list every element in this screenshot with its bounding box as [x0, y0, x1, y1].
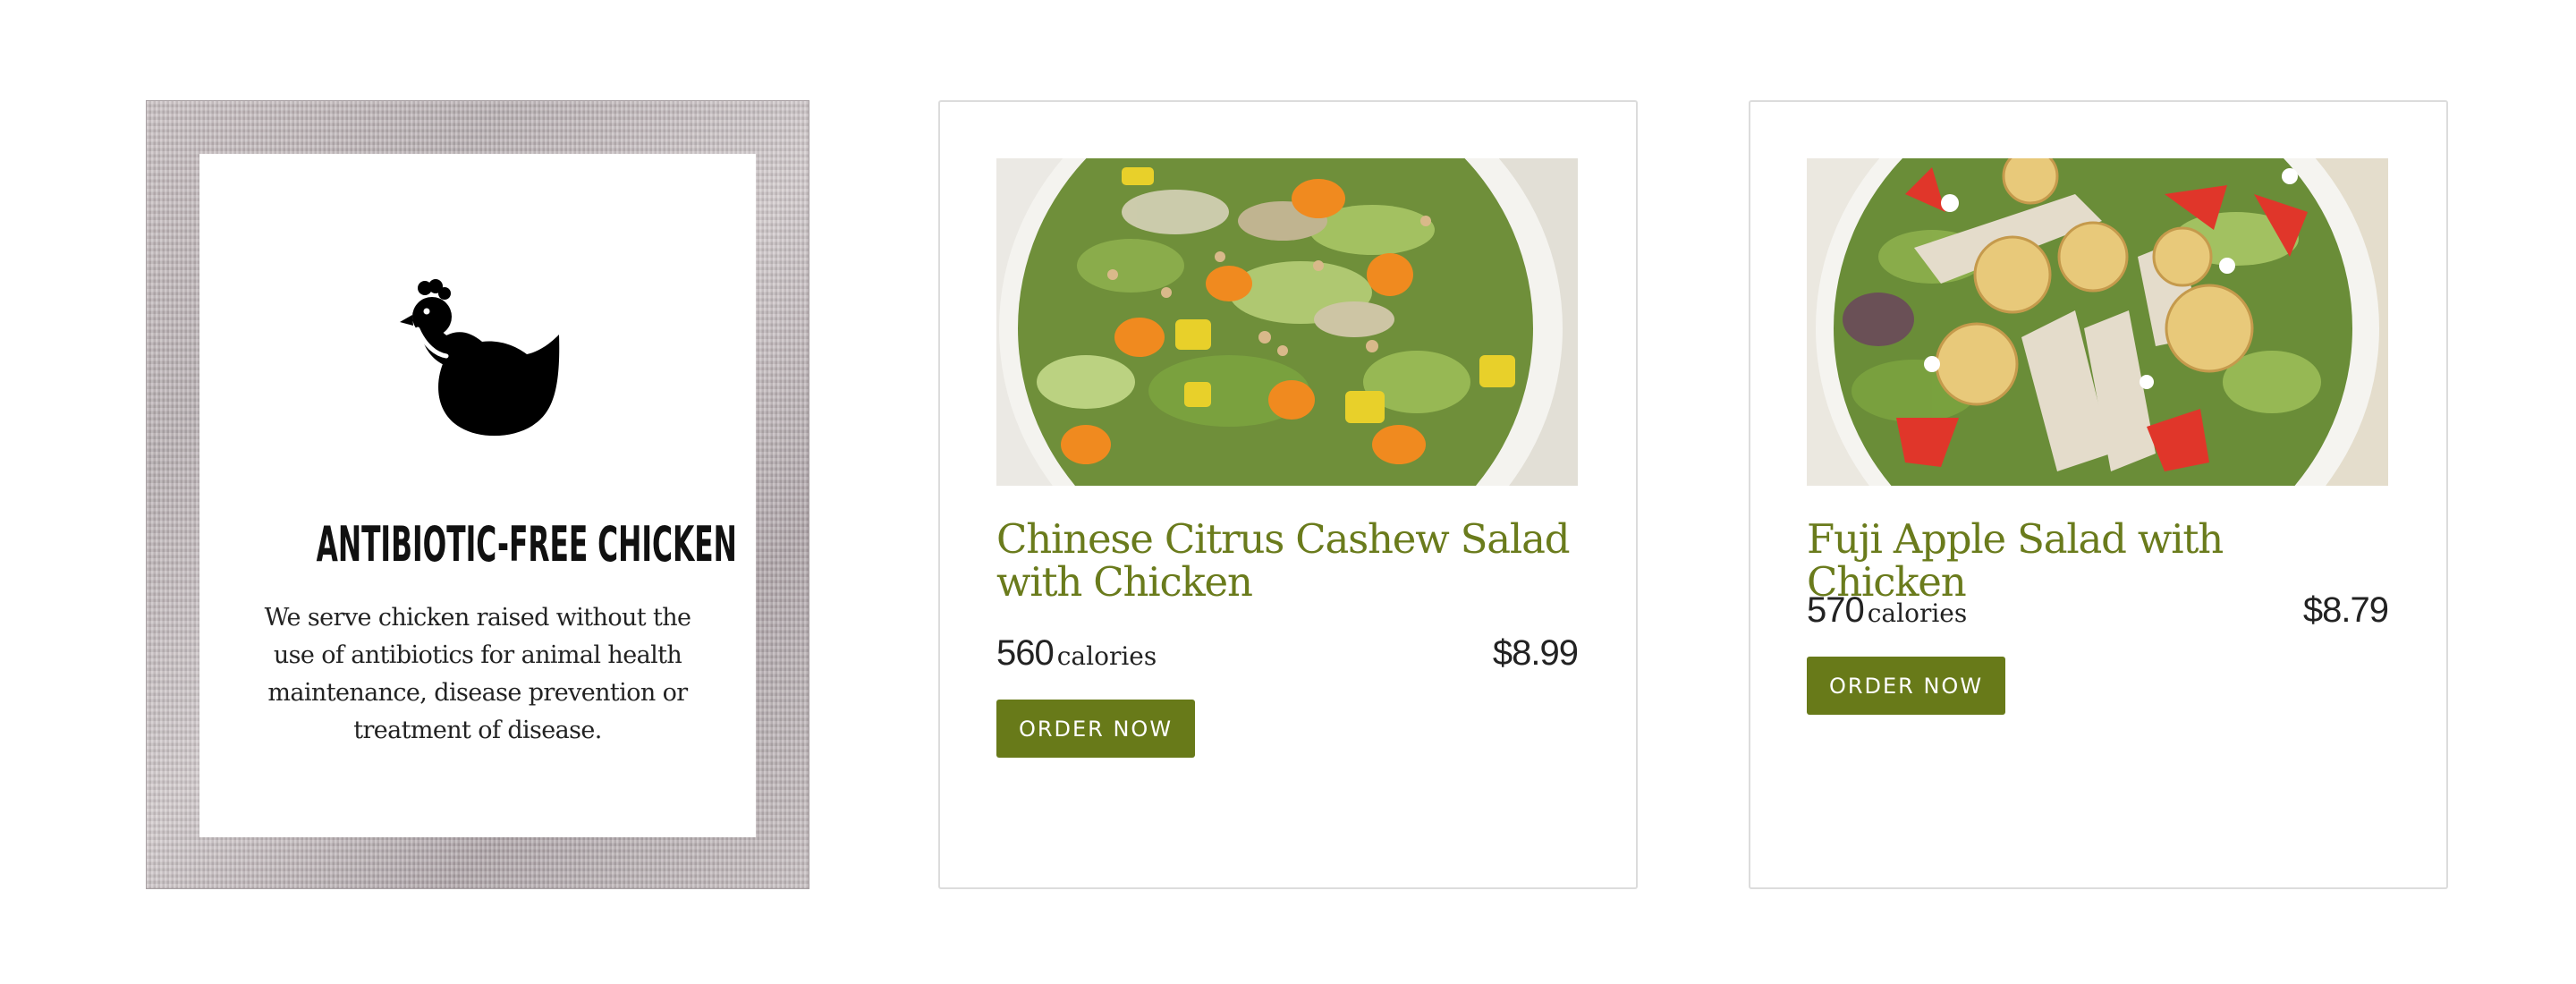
product-info-row: 560 calories $8.99 [996, 633, 1579, 678]
order-now-button[interactable]: ORDER NOW [996, 700, 1195, 758]
product-info-row: 570 calories $8.79 [1807, 590, 2389, 635]
promo-panel: ANTIBIOTIC-FREE CHICKEN We serve chicken… [199, 154, 756, 837]
chicken-icon [400, 279, 560, 437]
promo-description: We serve chicken raised without the use … [264, 604, 691, 744]
product-image[interactable] [996, 158, 1578, 486]
salad-bowl-image [996, 158, 1578, 486]
product-image[interactable] [1807, 158, 2388, 486]
promo-frame-card: ANTIBIOTIC-FREE CHICKEN We serve chicken… [146, 100, 809, 889]
product-name[interactable]: Chinese Citrus Cashew Salad with Chicken [996, 518, 1578, 604]
promo-title: ANTIBIOTIC-FREE CHICKEN [316, 516, 737, 573]
price: $8.79 [2302, 590, 2389, 630]
calories-label: calories [1867, 598, 1968, 628]
product-card: Chinese Citrus Cashew Salad with Chicken… [938, 100, 1638, 889]
salad-bowl-image [1807, 158, 2388, 486]
calories-value: 560 [996, 633, 1055, 673]
price: $8.99 [1492, 633, 1579, 673]
calories-value: 570 [1807, 590, 1865, 630]
order-now-button[interactable]: ORDER NOW [1807, 657, 2005, 715]
product-card: Fuji Apple Salad with Chicken 570 calorie… [1749, 100, 2448, 889]
calories-label: calories [1056, 641, 1157, 671]
